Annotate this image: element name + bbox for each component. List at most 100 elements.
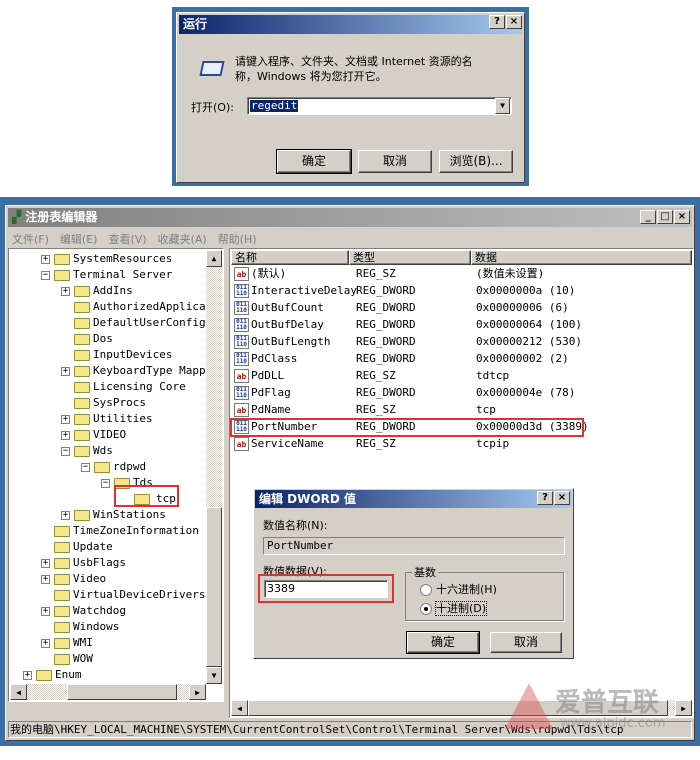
run-dialog-title: 运行 bbox=[183, 17, 208, 31]
tree-node[interactable]: − Terminal Server bbox=[9, 267, 209, 283]
tree-node[interactable]: − Tds bbox=[9, 475, 209, 491]
value-row[interactable]: ab PdName REG_SZ tcp bbox=[234, 401, 584, 418]
scroll-up-arrow-icon[interactable]: ▲ bbox=[206, 250, 222, 267]
value-row[interactable]: 011 110 PdClass REG_DWORD 0x00000002 (2) bbox=[234, 350, 584, 367]
radio-hex[interactable]: 十六进制(H) bbox=[420, 581, 497, 597]
radio-decimal[interactable]: 十进制(D) bbox=[420, 600, 488, 616]
menu-item[interactable]: 帮助(H) bbox=[218, 231, 257, 247]
expand-icon[interactable]: + bbox=[61, 415, 70, 424]
value-row[interactable]: 011 110 OutBufCount REG_DWORD 0x00000006 (6) bbox=[234, 299, 584, 316]
expand-icon[interactable]: + bbox=[61, 511, 70, 520]
list-scroll-left-arrow-icon[interactable]: ◀ bbox=[231, 700, 248, 716]
tree-node[interactable]: + Utilities bbox=[9, 411, 209, 427]
run-cancel-button[interactable]: 取消 bbox=[358, 150, 432, 173]
expand-icon[interactable]: + bbox=[61, 431, 70, 440]
scroll-left-arrow-icon[interactable]: ◀ bbox=[10, 684, 27, 700]
tree-node[interactable]: DefaultUserConfigur bbox=[9, 315, 219, 331]
tree-node-label: Windows bbox=[73, 620, 120, 633]
tree-node[interactable]: − Wds bbox=[9, 443, 209, 459]
scroll-right-arrow-icon[interactable]: ▶ bbox=[189, 684, 206, 700]
value-row[interactable]: ab PdDLL REG_SZ tdtcp bbox=[234, 367, 584, 384]
tree-hscroll-thumb[interactable] bbox=[67, 684, 177, 700]
menu-item[interactable]: 查看(V) bbox=[108, 231, 146, 247]
run-ok-button[interactable]: 确定 bbox=[276, 149, 352, 174]
tree-node[interactable]: VirtualDeviceDrivers bbox=[9, 587, 209, 603]
tree-node[interactable]: tcp bbox=[9, 491, 209, 507]
tree-node[interactable]: + WinStations bbox=[9, 507, 209, 523]
expand-icon[interactable]: + bbox=[41, 575, 50, 584]
tree-vertical-scrollbar[interactable]: ▲ ▼ bbox=[206, 250, 222, 684]
tree-node[interactable]: Licensing Core bbox=[9, 379, 209, 395]
dword-help-button[interactable]: ? bbox=[537, 491, 553, 505]
value-row[interactable]: ab (默认) REG_SZ (数值未设置) bbox=[234, 265, 584, 282]
collapse-icon[interactable]: − bbox=[101, 479, 110, 488]
scroll-down-arrow-icon[interactable]: ▼ bbox=[206, 667, 222, 684]
browse-button[interactable]: 浏览(B)... bbox=[439, 150, 513, 173]
folder-icon bbox=[54, 254, 70, 265]
value-row[interactable]: 011 110 PdFlag REG_DWORD 0x0000004e (78) bbox=[234, 384, 584, 401]
regedit-close-button[interactable]: × bbox=[674, 210, 690, 224]
expand-icon[interactable]: + bbox=[61, 287, 70, 296]
maximize-button[interactable]: □ bbox=[657, 210, 673, 224]
radio-hex-icon[interactable] bbox=[420, 584, 432, 596]
close-button[interactable]: × bbox=[506, 15, 522, 29]
dword-cancel-button[interactable]: 取消 bbox=[490, 632, 562, 653]
tree-node[interactable]: + WMI bbox=[9, 635, 209, 651]
dropdown-arrow-icon[interactable]: ▼ bbox=[495, 98, 510, 114]
tree-scroll-thumb[interactable] bbox=[206, 507, 222, 667]
value-row[interactable]: 011 110 InteractiveDelay REG_DWORD 0x0000000… bbox=[234, 282, 584, 299]
tree-node[interactable]: + KeyboardType Mappir bbox=[9, 363, 219, 379]
tree-node[interactable]: Update bbox=[9, 539, 209, 555]
value-row[interactable]: ab ServiceName REG_SZ tcpip bbox=[234, 435, 584, 452]
tree-node[interactable]: + VIDEO bbox=[9, 427, 209, 443]
tree-node[interactable]: + Video bbox=[9, 571, 209, 587]
value-row[interactable]: 011 110 OutBufLength REG_DWORD 0x00000212 (5… bbox=[234, 333, 584, 350]
binary-value-icon: 011 110 bbox=[234, 301, 249, 315]
tree-node[interactable]: + SystemResources bbox=[9, 251, 209, 267]
dword-close-button[interactable]: × bbox=[554, 491, 570, 505]
value-name: OutBufCount bbox=[251, 301, 324, 314]
binary-value-icon: 011 110 bbox=[234, 318, 249, 332]
tree-node[interactable]: TimeZoneInformation bbox=[9, 523, 209, 539]
tree-horizontal-scrollbar[interactable]: ◀ ▶ bbox=[10, 684, 206, 700]
tree-node[interactable]: + UsbFlags bbox=[9, 555, 209, 571]
tree-node[interactable]: Dos bbox=[9, 331, 209, 347]
minimize-button[interactable]: _ bbox=[640, 210, 656, 224]
column-name[interactable]: 名称 bbox=[231, 250, 349, 265]
tree-node[interactable]: WOW bbox=[9, 651, 209, 667]
value-data: 0x00000002 (2) bbox=[476, 352, 569, 365]
list-scroll-right-arrow-icon[interactable]: ▶ bbox=[675, 700, 692, 716]
regedit-window: ▞ 注册表编辑器 _ □ × 文件(F) 编辑(E) 查看(V) 收藏夹(A) 帮助(H… bbox=[5, 205, 695, 741]
tree-node[interactable]: AuthorizedApplicati bbox=[9, 299, 219, 315]
tree-node[interactable]: + AddIns bbox=[9, 283, 209, 299]
tree-node[interactable]: + Enum bbox=[9, 667, 209, 683]
expand-icon[interactable]: + bbox=[61, 367, 70, 376]
open-input[interactable]: regedit bbox=[250, 100, 299, 112]
open-combobox[interactable]: regedit ▼ bbox=[247, 97, 512, 115]
expand-icon[interactable]: + bbox=[23, 671, 32, 680]
menu-item[interactable]: 收藏夹(A) bbox=[158, 231, 207, 247]
tree-node[interactable]: SysProcs bbox=[9, 395, 209, 411]
collapse-icon[interactable]: − bbox=[81, 463, 90, 472]
menu-item[interactable]: 文件(F) bbox=[12, 231, 49, 247]
dword-ok-button[interactable]: 确定 bbox=[406, 631, 480, 654]
radio-decimal-icon[interactable] bbox=[420, 603, 432, 615]
menu-item[interactable]: 编辑(E) bbox=[60, 231, 98, 247]
value-name: PdFlag bbox=[251, 386, 291, 399]
expand-icon[interactable]: + bbox=[41, 639, 50, 648]
tree-node[interactable]: + Watchdog bbox=[9, 603, 209, 619]
expand-icon[interactable]: + bbox=[41, 255, 50, 264]
collapse-icon[interactable]: − bbox=[41, 271, 50, 280]
collapse-icon[interactable]: − bbox=[61, 447, 70, 456]
tree-pane[interactable]: + SystemResources − Terminal Server + AddIns A… bbox=[8, 248, 224, 702]
tree-node[interactable]: Windows bbox=[9, 619, 209, 635]
help-button[interactable]: ? bbox=[489, 15, 505, 29]
value-type: REG_SZ bbox=[356, 369, 396, 382]
column-data[interactable]: 数据 bbox=[471, 250, 692, 265]
expand-icon[interactable]: + bbox=[41, 559, 50, 568]
expand-icon[interactable]: + bbox=[41, 607, 50, 616]
column-type[interactable]: 类型 bbox=[349, 250, 471, 265]
tree-node[interactable]: InputDevices bbox=[9, 347, 209, 363]
value-row[interactable]: 011 110 OutBufDelay REG_DWORD 0x00000064 (10… bbox=[234, 316, 584, 333]
tree-node[interactable]: − rdpwd bbox=[9, 459, 209, 475]
